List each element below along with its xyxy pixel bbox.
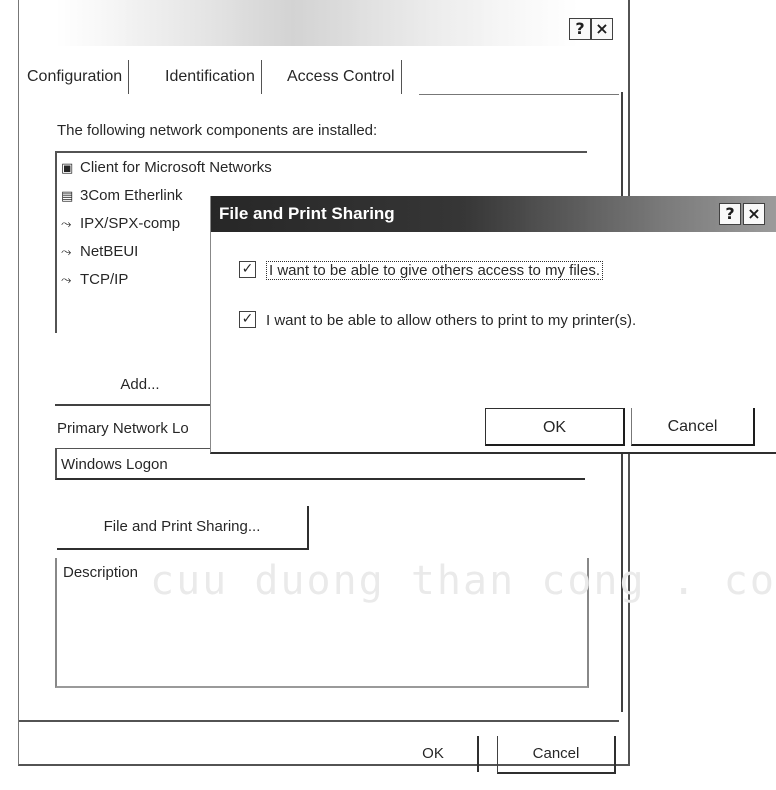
dialog-cancel-button[interactable]: Cancel [631,408,755,446]
share-files-checkbox[interactable]: ✓ [239,260,256,278]
protocol-icon: ⤳ [61,273,72,288]
list-item-label: IPX/SPX-comp [80,215,181,232]
tab-access-control[interactable]: Access Control [281,60,402,94]
list-item-label: TCP/IP [80,271,129,288]
list-item[interactable]: ⤳ TCP/IP [61,271,128,288]
tab-identification[interactable]: Identification [159,60,262,94]
add-button[interactable]: Add... [55,366,225,406]
share-printers-option[interactable]: ✓ I want to be able to allow others to pr… [239,310,637,330]
protocol-icon: ⤳ [61,245,72,260]
share-files-option[interactable]: ✓ I want to be able to give others access… [239,260,603,280]
share-printers-label: I want to be able to allow others to pri… [266,312,637,329]
dialog-title: File and Print Sharing [219,204,395,223]
share-printers-checkbox[interactable]: ✓ [239,310,256,328]
file-and-print-sharing-button[interactable]: File and Print Sharing... [57,506,309,550]
list-item-label: 3Com Etherlink [80,187,183,204]
adapter-icon: ▤ [61,189,74,204]
ok-button[interactable]: OK [389,736,479,772]
description-label: Description [63,564,139,581]
dialog-close-button[interactable]: × [743,203,765,225]
divider [19,720,619,722]
dialog-ok-button[interactable]: OK [485,408,625,446]
watermark: cuu duong than cong . com [150,558,776,604]
list-item-label: Client for Microsoft Networks [80,159,272,176]
dialog-help-button[interactable]: ? [719,203,741,225]
share-files-label: I want to be able to give others access … [266,261,603,280]
dialog-titlebar[interactable]: File and Print Sharing [211,196,776,232]
tab-divider [419,94,619,95]
list-item[interactable]: ⤳ IPX/SPX-comp [61,215,180,232]
network-close-button[interactable]: × [591,18,613,40]
list-item[interactable]: ▣ Client for Microsoft Networks [61,159,272,176]
protocol-icon: ⤳ [61,217,72,232]
file-print-sharing-dialog: File and Print Sharing ? × ✓ I want to be… [210,196,776,454]
network-window-titlebar[interactable] [19,0,628,46]
components-label: The following network components are ins… [57,122,378,139]
client-icon: ▣ [61,161,74,176]
primary-logon-label: Primary Network Lo [57,420,189,437]
list-item[interactable]: ▤ 3Com Etherlink [61,187,183,204]
tab-configuration[interactable]: Configuration [21,60,130,94]
cancel-button[interactable]: Cancel [497,736,616,774]
list-item-label: NetBEUI [80,243,139,260]
network-help-button[interactable]: ? [569,18,591,40]
list-item[interactable]: ⤳ NetBEUI [61,243,138,260]
